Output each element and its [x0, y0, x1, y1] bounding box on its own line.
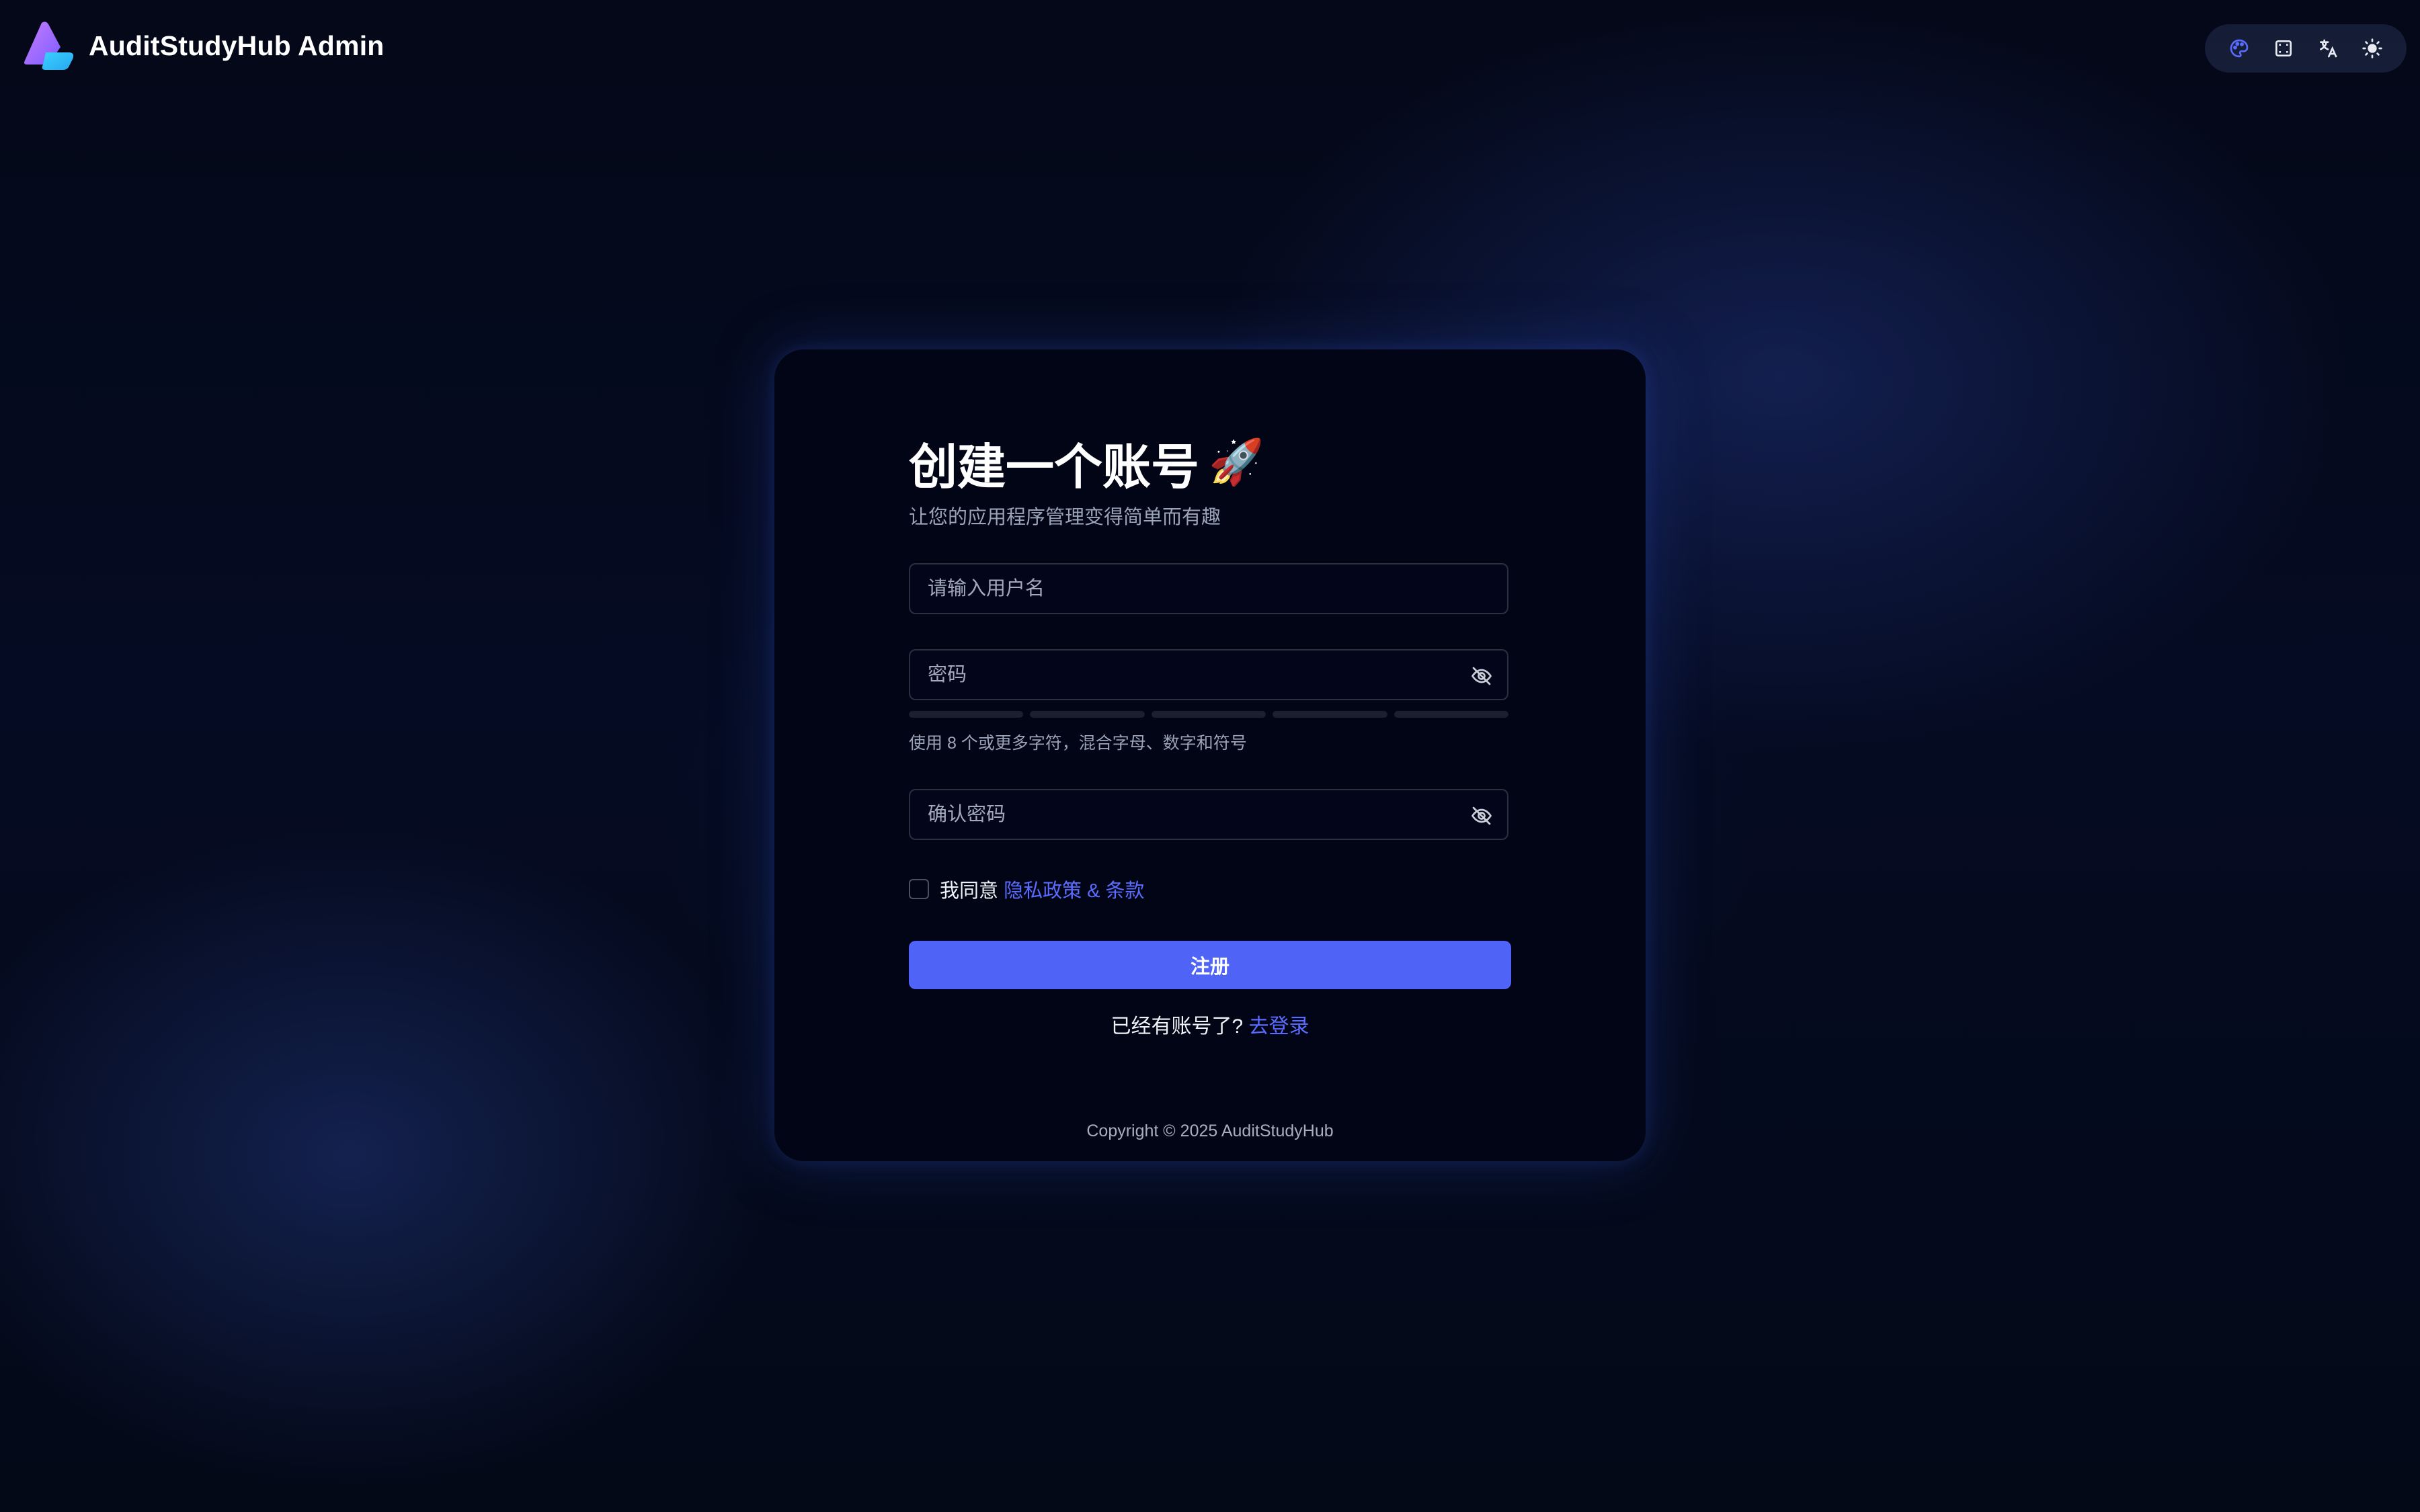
- strength-segment: [1394, 711, 1509, 718]
- sun-icon: [2362, 38, 2382, 58]
- app-title: AuditStudyHub Admin: [89, 30, 385, 61]
- eye-off-icon[interactable]: [1469, 664, 1494, 688]
- fullscreen-button[interactable]: [2267, 32, 2300, 65]
- app-logo-icon: [24, 22, 74, 70]
- strength-segment: [1273, 711, 1387, 718]
- confirm-password-field: [909, 789, 1508, 840]
- username-field: [909, 563, 1508, 614]
- toolbar: [2205, 24, 2407, 73]
- theme-palette-button[interactable]: [2223, 32, 2255, 65]
- rocket-icon: 🚀: [1209, 437, 1264, 487]
- agree-checkbox[interactable]: [909, 879, 929, 899]
- strength-segment: [909, 711, 1024, 718]
- register-card: 创建一个账号 🚀 让您的应用程序管理变得简单而有趣 使用 8 个或更多字符，混合…: [774, 349, 1646, 1161]
- translate-icon: [2320, 39, 2337, 58]
- password-strength-meter: [909, 711, 1509, 718]
- register-form: 创建一个账号 🚀 让您的应用程序管理变得简单而有趣 使用 8 个或更多字符，混合…: [909, 430, 1511, 1039]
- strength-segment: [1151, 711, 1266, 718]
- theme-toggle-button[interactable]: [2356, 32, 2388, 65]
- eye-off-icon[interactable]: [1469, 804, 1494, 828]
- fullscreen-icon: [2275, 40, 2292, 56]
- language-button[interactable]: [2312, 32, 2344, 65]
- password-input[interactable]: [910, 650, 1507, 699]
- privacy-terms-link[interactable]: 隐私政策 & 条款: [1004, 880, 1144, 902]
- page-title: 创建一个账号 🚀: [909, 430, 1511, 495]
- page-subtitle: 让您的应用程序管理变得简单而有趣: [909, 507, 1221, 528]
- agree-row: 我同意 隐私政策 & 条款: [909, 875, 1511, 903]
- agree-label: 我同意: [940, 880, 999, 902]
- brand: AuditStudyHub Admin: [22, 20, 385, 71]
- confirm-password-input[interactable]: [910, 790, 1507, 839]
- login-link[interactable]: 去登录: [1249, 1015, 1309, 1038]
- page-title-text: 创建一个账号: [909, 440, 1200, 495]
- strength-segment: [1030, 711, 1145, 718]
- palette-icon: [2230, 39, 2249, 58]
- copyright: Copyright © 2025 AuditStudyHub: [1086, 1122, 1334, 1140]
- password-field: [909, 649, 1508, 700]
- username-input[interactable]: [910, 564, 1507, 613]
- register-button[interactable]: 注册: [909, 941, 1511, 989]
- has-account-text: 已经有账号了?: [1111, 1015, 1244, 1038]
- password-hint: 使用 8 个或更多字符，混合字母、数字和符号: [909, 734, 1247, 753]
- login-prompt: 已经有账号了? 去登录: [909, 1009, 1511, 1039]
